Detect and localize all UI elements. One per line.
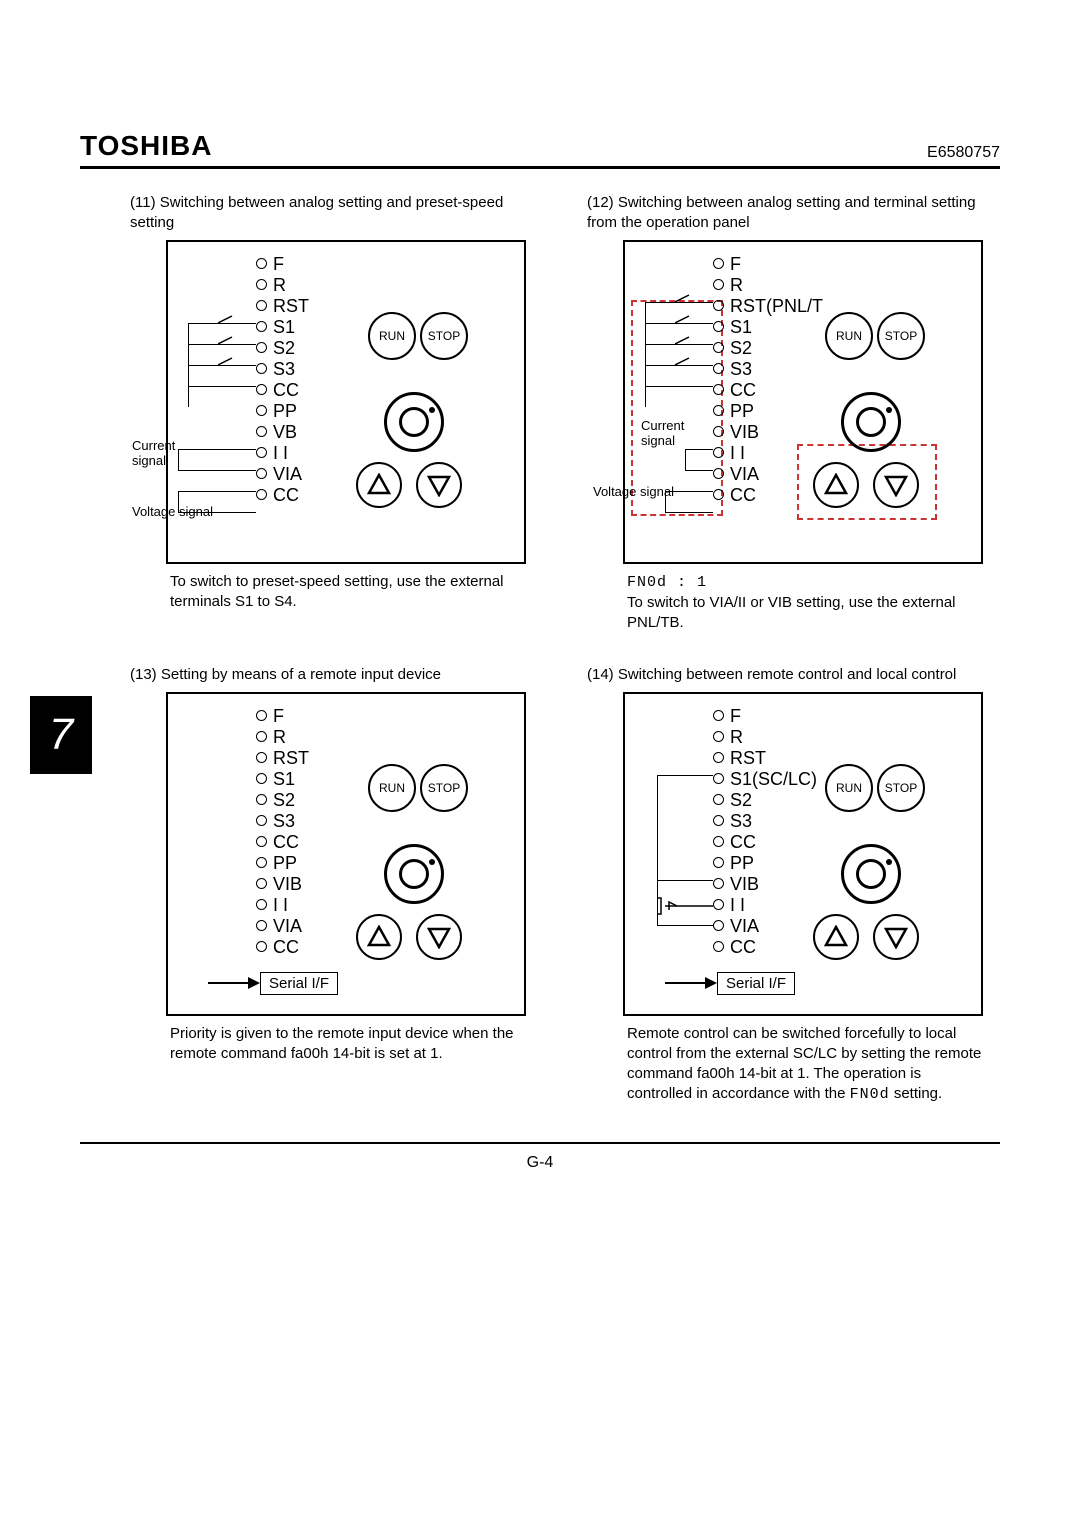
terminal-list: F R RST S1 S2 S3 CC PP VIB I I VIA CC xyxy=(256,706,309,958)
dial-icon xyxy=(384,392,444,452)
pane-14: (14) Switching between remote control an… xyxy=(583,661,1000,1105)
dial-icon xyxy=(841,392,901,452)
note: Priority is given to the remote input de… xyxy=(170,1024,530,1065)
terminal-list: F R RST S1(SC/LC) S2 S3 CC PP VIB I I VI… xyxy=(713,706,817,958)
up-button-icon xyxy=(813,462,859,508)
run-button-icon: RUN xyxy=(825,764,873,812)
serial-if-box: Serial I/F xyxy=(717,972,795,995)
up-button-icon xyxy=(356,462,402,508)
down-button-icon xyxy=(873,462,919,508)
brand-logo: TOSHIBA xyxy=(80,130,213,162)
pane-12: (12) Switching between analog setting an… xyxy=(583,189,1000,633)
stop-button-icon: STOP xyxy=(877,312,925,360)
down-button-icon xyxy=(416,914,462,960)
stop-button-icon: STOP xyxy=(877,764,925,812)
diagram: F R RST(PNL/T S1 S2 S3 CC PP VIB I I VIA… xyxy=(623,240,983,564)
footer-rule xyxy=(80,1142,1000,1144)
down-button-icon xyxy=(873,914,919,960)
caption: (11) Switching between analog setting an… xyxy=(130,193,543,234)
potentiometer-icon xyxy=(657,888,713,928)
pane-11: (11) Switching between analog setting an… xyxy=(126,189,543,633)
run-button-icon: RUN xyxy=(368,764,416,812)
caption: (13) Setting by means of a remote input … xyxy=(130,665,543,685)
caption: (12) Switching between analog setting an… xyxy=(587,193,1000,234)
up-button-icon xyxy=(356,914,402,960)
diagram: F R RST S1 S2 S3 CC PP VB I I VIA CC xyxy=(166,240,526,564)
up-button-icon xyxy=(813,914,859,960)
diagram: F R RST S1(SC/LC) S2 S3 CC PP VIB I I VI… xyxy=(623,692,983,1016)
caption: (14) Switching between remote control an… xyxy=(587,665,1000,685)
serial-if-box: Serial I/F xyxy=(260,972,338,995)
dial-icon xyxy=(384,844,444,904)
stop-button-icon: STOP xyxy=(420,764,468,812)
stop-button-icon: STOP xyxy=(420,312,468,360)
page-header: TOSHIBA E6580757 xyxy=(80,130,1000,169)
diagram-grid: (11) Switching between analog setting an… xyxy=(126,189,1000,1106)
dial-icon xyxy=(841,844,901,904)
run-button-icon: RUN xyxy=(825,312,873,360)
note: To switch to preset-speed setting, use t… xyxy=(170,572,530,613)
pane-13: (13) Setting by means of a remote input … xyxy=(126,661,543,1105)
section-tab: 7 xyxy=(30,696,92,774)
terminal-list: F R RST(PNL/T S1 S2 S3 CC PP VIB I I VIA… xyxy=(713,254,823,506)
run-button-icon: RUN xyxy=(368,312,416,360)
note: Remote control can be switched forcefull… xyxy=(627,1024,987,1106)
doc-id: E6580757 xyxy=(927,144,1000,162)
down-button-icon xyxy=(416,462,462,508)
arrow-icon xyxy=(208,972,260,994)
page-number: G-4 xyxy=(0,1154,1080,1172)
diagram: F R RST S1 S2 S3 CC PP VIB I I VIA CC Se… xyxy=(166,692,526,1016)
arrow-icon xyxy=(665,972,717,994)
terminal-list: F R RST S1 S2 S3 CC PP VB I I VIA CC xyxy=(256,254,309,506)
note: FN0d : 1 To switch to VIA/II or VIB sett… xyxy=(627,572,987,634)
